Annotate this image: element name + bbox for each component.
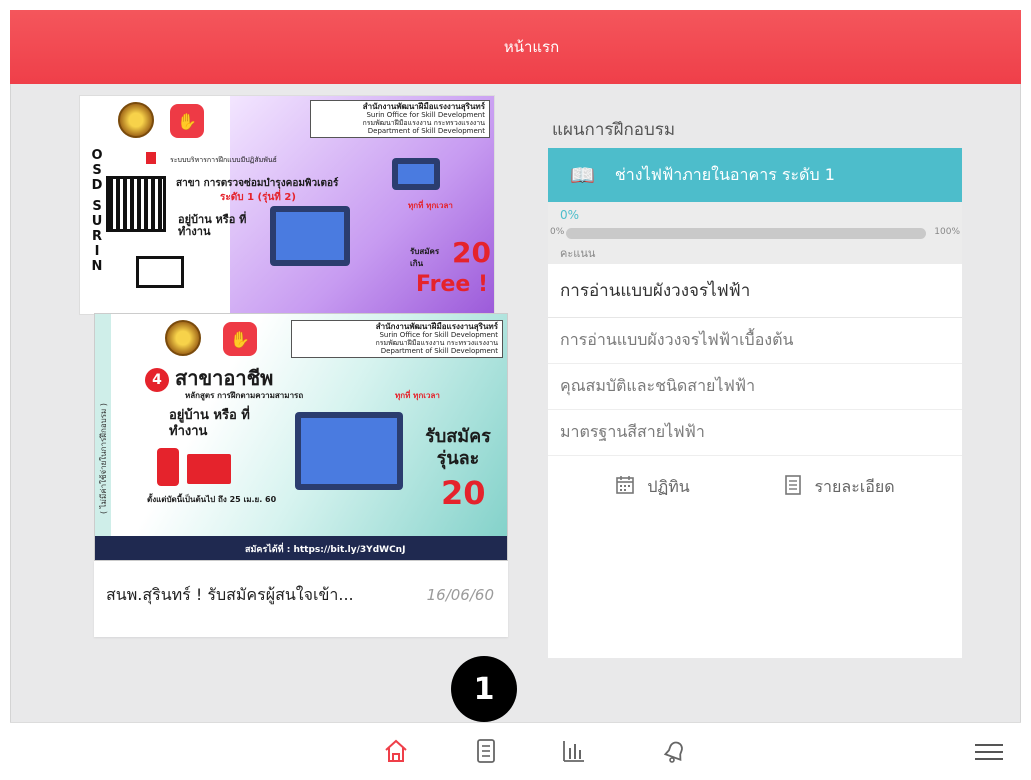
poster-headline: สาขา การตรวจซ่อมบำรุงคอมพิวเตอร์	[176, 178, 339, 189]
poster-any-time: ทุกที่ ทุกเวลา	[408, 201, 453, 210]
laptop-illustration-icon	[187, 454, 231, 484]
poster-deadline: ตั้งแต่บัดนี้เป็นต้นไป ถึง 25 เม.ย. 60	[147, 495, 277, 504]
document-icon[interactable]	[472, 737, 500, 765]
red-square-icon	[146, 152, 156, 164]
top-bar: หน้าแรก	[10, 10, 1021, 84]
page-title: หน้าแรก	[503, 38, 560, 56]
book-icon: 📖	[570, 163, 595, 187]
poster-url: สมัครได้ที่ : https://bit.ly/3YdWCnJ	[245, 545, 406, 555]
progress-max-label: 100%	[934, 227, 960, 237]
training-plan-card: 📖 ช่างไฟฟ้าภายในอาคาร ระดับ 1 0% 0% 100%…	[548, 148, 962, 658]
lesson-sub-item[interactable]: คุณสมบัติและชนิดสายไฟฟ้า	[548, 364, 962, 410]
course-header[interactable]: 📖 ช่างไฟฟ้าภายในอาคาร ระดับ 1	[548, 148, 962, 202]
lesson-main-item[interactable]: การอ่านแบบผังวงจรไฟฟ้า	[548, 264, 962, 318]
poster-apply-label: รับสมัคร รุ่นละ	[425, 426, 491, 469]
app-logo-icon: ✋	[170, 104, 204, 138]
news-footer[interactable]: สนพ.สุรินทร์ ! รับสมัครผู้สนใจเข้า... 16…	[94, 561, 508, 637]
step-marker: 1	[451, 656, 517, 722]
lesson-sub-item[interactable]: การอ่านแบบผังวงจรไฟฟ้าเบื้องต้น	[548, 318, 962, 364]
poster-headline: สาขาอาชีพ	[175, 366, 274, 390]
agency-box: สำนักงานพัฒนาฝีมือแรงงานสุรินทร์ Surin O…	[291, 320, 503, 358]
progress-area: 0% 0% 100% คะแนน	[548, 202, 962, 264]
poster-side-text: OS D SU RI N	[91, 148, 103, 274]
poster-course-type: หลักสูตร การฝึกตามความสามารถ	[185, 391, 304, 400]
home-icon[interactable]	[382, 737, 410, 765]
poster-home-text: อยู่บ้าน หรือ ที่ทำงาน	[169, 408, 250, 439]
laptop-illustration-icon	[136, 256, 184, 288]
chart-icon[interactable]	[560, 737, 588, 765]
app-logo-icon: ✋	[223, 322, 257, 356]
poster-free: Free !	[416, 272, 489, 297]
calendar-label: ปฏิทิน	[647, 476, 690, 496]
qr-code-icon	[106, 176, 166, 232]
news-poster-2[interactable]: ( ไม่มีค่าใช้จ่ายในการฝึกอบรม ) ✋ สำนักง…	[94, 313, 508, 561]
news-card[interactable]: ✋ OS D SU RI N สำนักงานพัฒนาฝีมือแรงงานส…	[79, 95, 510, 637]
poster-apply-label: รับสมัคร เกิน	[410, 247, 440, 268]
lesson-sub-item[interactable]: มาตรฐานสีสายไฟฟ้า	[548, 410, 962, 456]
details-label: รายละเอียด	[814, 476, 895, 496]
poster-number: 20	[441, 474, 486, 512]
poster-level: ระดับ 1 (รุ่นที่ 2)	[220, 192, 296, 203]
menu-icon[interactable]	[975, 739, 1003, 763]
poster-number: 20	[452, 236, 491, 269]
score-label: คะแนน	[560, 247, 596, 260]
calendar-button[interactable]: ปฏิทิน	[615, 475, 690, 500]
computer-illustration-icon	[270, 206, 350, 266]
document-icon	[784, 474, 802, 500]
details-button[interactable]: รายละเอียด	[784, 474, 895, 500]
plan-actions: ปฏิทิน รายละเอียด	[548, 456, 962, 518]
progress-percent: 0%	[560, 208, 580, 222]
poster-any-time: ทุกที่ ทุกเวลา	[395, 391, 440, 400]
number-badge: 4	[145, 368, 169, 392]
seal-logo-icon	[165, 320, 201, 356]
calendar-icon	[615, 475, 635, 500]
progress-bar	[566, 228, 926, 239]
screen-illustration-icon	[392, 158, 440, 190]
lesson-sub-list: การอ่านแบบผังวงจรไฟฟ้าเบื้องต้น คุณสมบัต…	[548, 318, 962, 456]
course-title: ช่างไฟฟ้าภายในอาคาร ระดับ 1	[614, 164, 835, 184]
progress-min-label: 0%	[550, 227, 565, 237]
plan-section-title: แผนการฝึกอบรม	[552, 120, 676, 140]
seal-logo-icon	[118, 102, 154, 138]
cmi-line: ระบบบริหารการฝึกแบบมีปฏิสัมพันธ์	[170, 156, 277, 164]
news-title[interactable]: สนพ.สุรินทร์ ! รับสมัครผู้สนใจเข้า...	[106, 583, 354, 608]
bottom-nav	[10, 722, 1021, 780]
computer-illustration-icon	[295, 412, 403, 490]
phone-illustration-icon	[157, 448, 179, 486]
news-poster-1[interactable]: ✋ OS D SU RI N สำนักงานพัฒนาฝีมือแรงงานส…	[79, 95, 495, 315]
bell-icon[interactable]	[660, 737, 688, 765]
agency-box: สำนักงานพัฒนาฝีมือแรงงานสุรินทร์ Surin O…	[310, 100, 490, 138]
poster-side-text: ( ไม่มีค่าใช้จ่ายในการฝึกอบรม )	[99, 403, 108, 514]
poster-home-text: อยู่บ้าน หรือ ที่ทำงาน	[178, 213, 247, 238]
news-date: 16/06/60	[426, 586, 494, 604]
